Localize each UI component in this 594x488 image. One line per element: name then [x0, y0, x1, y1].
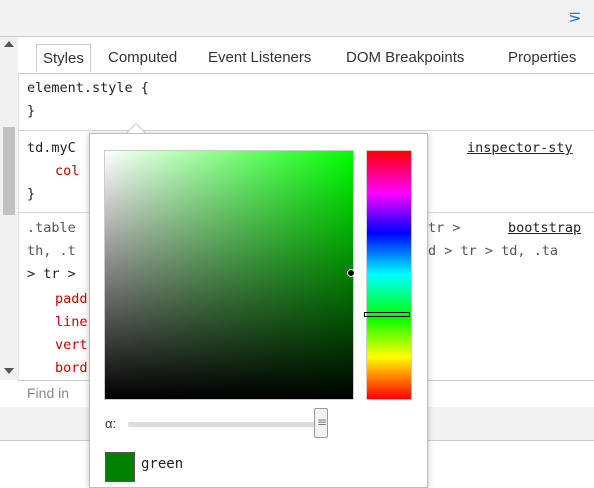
rule-selector-right[interactable]: d > tr > td, .ta — [428, 243, 558, 259]
tab-properties[interactable]: Properties — [502, 44, 582, 72]
saturation-value-area[interactable] — [104, 150, 354, 400]
scroll-thumb[interactable] — [3, 127, 15, 215]
alpha-label: α: — [105, 416, 117, 431]
rule-selector[interactable]: > tr > — [27, 266, 76, 282]
rule-selector-right[interactable]: tr > — [428, 220, 461, 236]
color-picker-popover: α: green — [89, 133, 428, 488]
tab-styles[interactable]: Styles — [36, 44, 91, 73]
color-swatch[interactable] — [105, 452, 135, 482]
styles-scrollbar[interactable] — [0, 37, 19, 380]
rule-selector[interactable]: td.myC — [27, 140, 76, 156]
scroll-up-icon[interactable] — [4, 41, 14, 47]
rule-close: } — [27, 186, 36, 202]
rule-property[interactable]: col — [55, 163, 79, 179]
rule-selector[interactable]: .table — [27, 220, 76, 236]
hue-slider[interactable] — [366, 150, 412, 400]
rule-source-link[interactable]: inspector-sty — [467, 140, 573, 156]
element-style-selector: element.style { — [27, 80, 149, 96]
rule-divider — [18, 130, 594, 131]
picker-caret-inner — [127, 124, 145, 133]
rule-property[interactable]: padd — [55, 291, 88, 307]
alpha-slider[interactable] — [128, 422, 318, 427]
rule-property[interactable]: bord — [55, 360, 88, 376]
element-style-close: } — [27, 103, 36, 119]
tab-computed[interactable]: Computed — [102, 44, 183, 72]
color-cursor[interactable] — [347, 269, 355, 277]
sidebar-toggle-icon[interactable]: ⋝ — [564, 6, 586, 28]
color-value-text[interactable]: green — [141, 456, 183, 472]
alpha-slider-handle[interactable] — [314, 408, 328, 438]
scroll-down-icon[interactable] — [4, 368, 14, 374]
hue-slider-marker[interactable] — [364, 312, 410, 317]
tab-event-listeners[interactable]: Event Listeners — [202, 44, 317, 72]
sidebar-tabs: Styles Computed Event Listeners DOM Brea… — [18, 37, 594, 74]
rule-selector[interactable]: th, .t — [27, 243, 76, 259]
rule-source-link[interactable]: bootstrap — [508, 220, 581, 236]
devtools-toolbar: ⋝ — [0, 0, 594, 37]
rule-property[interactable]: vert — [55, 337, 88, 353]
rule-property[interactable]: line — [55, 314, 88, 330]
find-input[interactable]: Find in — [27, 385, 69, 401]
tab-dom-breakpoints[interactable]: DOM Breakpoints — [340, 44, 470, 72]
